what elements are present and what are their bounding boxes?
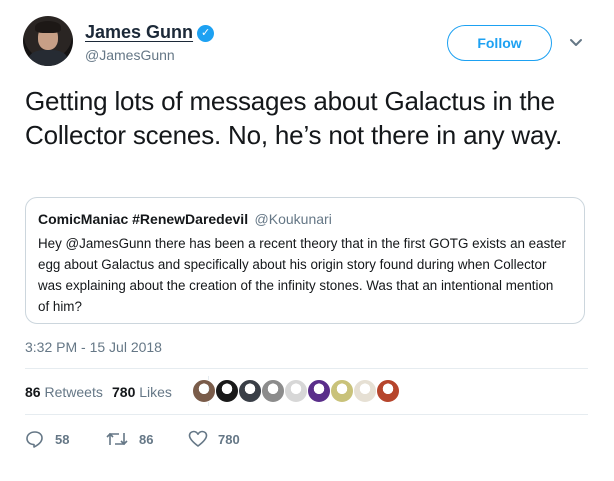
reply-icon <box>26 431 43 448</box>
like-button[interactable]: 780 <box>188 428 240 450</box>
chevron-down-icon[interactable] <box>569 38 583 48</box>
quoted-handle: @Koukunari <box>254 211 332 227</box>
heart-icon <box>188 430 208 447</box>
liker-avatar-9[interactable] <box>376 379 400 403</box>
liker-avatar-4[interactable] <box>261 379 285 403</box>
divider <box>25 414 588 415</box>
liker-avatar-1[interactable] <box>192 379 216 403</box>
liker-avatar-2[interactable] <box>215 379 239 403</box>
liker-avatar-8[interactable] <box>353 379 377 403</box>
likes-stat-count: 780 <box>112 384 136 400</box>
like-count: 780 <box>218 431 240 447</box>
retweet-button[interactable]: 86 <box>105 428 153 450</box>
likes-stat-label: Likes <box>139 384 172 400</box>
retweet-count: 86 <box>139 431 154 447</box>
liker-avatar-6[interactable] <box>307 379 331 403</box>
liker-avatar-7[interactable] <box>330 379 354 403</box>
liker-avatar-5[interactable] <box>284 379 308 403</box>
retweets-stat[interactable]: 86 Retweets <box>25 384 103 400</box>
quoted-tweet[interactable]: ComicManiac #RenewDaredevil @Koukunari H… <box>25 197 585 324</box>
quoted-text: Hey @JamesGunn there has been a recent t… <box>38 236 566 314</box>
display-name[interactable]: James Gunn <box>85 22 193 42</box>
verified-badge-icon: ✓ <box>197 25 215 42</box>
quoted-header: ComicManiac #RenewDaredevil @Koukunari <box>38 211 572 229</box>
tweet-timestamp[interactable]: 3:32 PM - 15 Jul 2018 <box>25 339 162 355</box>
retweets-stat-count: 86 <box>25 384 41 400</box>
tweet-header: James Gunn ✓ @JamesGunn Follow <box>23 16 593 68</box>
quoted-author: ComicManiac #RenewDaredevil <box>38 211 249 227</box>
reply-button[interactable]: 58 <box>25 428 69 450</box>
tweet-text: Getting lots of messages about Galactus … <box>25 86 563 150</box>
likes-stat[interactable]: 780 Likes <box>112 384 172 400</box>
liker-avatar-3[interactable] <box>238 379 262 403</box>
divider <box>25 368 588 369</box>
author-block: James Gunn ✓ @JamesGunn <box>85 22 215 63</box>
user-handle[interactable]: @JamesGunn <box>85 47 214 63</box>
retweets-stat-label: Retweets <box>44 384 103 400</box>
avatar[interactable] <box>23 16 73 66</box>
follow-button[interactable]: Follow <box>447 25 552 61</box>
reply-count: 58 <box>55 431 70 447</box>
retweet-icon <box>106 432 128 446</box>
